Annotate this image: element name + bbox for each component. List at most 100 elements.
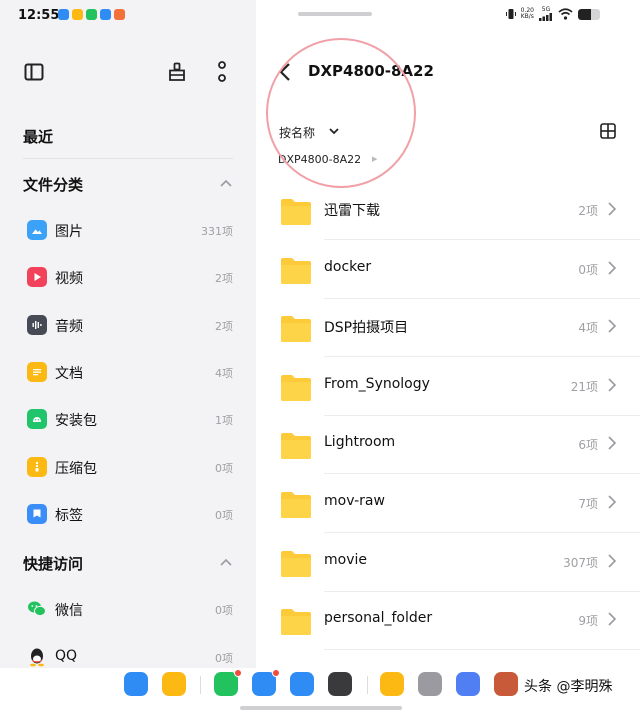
folder-name: Lightroom bbox=[324, 434, 396, 451]
recent-link[interactable]: 最近 bbox=[23, 126, 53, 147]
wechat-icon bbox=[27, 599, 47, 619]
more-options-icon[interactable] bbox=[210, 60, 234, 84]
battery-level bbox=[578, 8, 592, 20]
status-icons: 0.20 KB/s 5G bbox=[505, 7, 600, 21]
quick-access-count: 0项 bbox=[215, 604, 233, 617]
chevron-right-icon bbox=[606, 200, 618, 218]
game-app-icon[interactable] bbox=[494, 672, 518, 696]
category-item[interactable]: 压缩包 0项 bbox=[23, 453, 235, 483]
category-count: 2项 bbox=[215, 272, 233, 286]
watermark-text: 头条 @李明殊 bbox=[524, 679, 613, 695]
folder-row[interactable]: movie 307项 bbox=[256, 534, 640, 592]
qq-icon bbox=[27, 647, 47, 667]
camera-app-icon[interactable] bbox=[328, 672, 352, 696]
categories-heading: 文件分类 bbox=[23, 176, 84, 194]
category-count: 0项 bbox=[215, 461, 233, 475]
folder-icon bbox=[280, 257, 312, 285]
browser-app-icon[interactable] bbox=[290, 672, 314, 696]
category-item[interactable]: 安装包 1项 bbox=[23, 405, 235, 435]
folder-name: personal_folder bbox=[324, 610, 433, 627]
messages-app-icon[interactable] bbox=[252, 669, 280, 696]
chevron-right-icon bbox=[606, 259, 618, 277]
chevron-right-icon bbox=[606, 493, 618, 511]
folder-item-count: 0项 bbox=[578, 262, 598, 277]
divider bbox=[23, 158, 233, 159]
folder-name: movie bbox=[324, 551, 367, 568]
android-icon bbox=[27, 409, 47, 430]
network-speed: 0.20 KB/s bbox=[520, 7, 534, 20]
category-label: 标签 bbox=[55, 507, 83, 524]
dock-separator bbox=[367, 676, 368, 694]
clean-brush-icon[interactable] bbox=[165, 60, 189, 84]
category-count: 331项 bbox=[201, 225, 233, 238]
folder-name: DSP拍摄项目 bbox=[324, 320, 409, 337]
wifi-icon bbox=[558, 8, 573, 20]
image-icon bbox=[27, 220, 47, 240]
taskbar-dock: 头条 @李明殊 bbox=[0, 668, 640, 712]
folder-name: mov-raw bbox=[324, 493, 385, 509]
notification-badge bbox=[234, 669, 242, 677]
audio-icon bbox=[27, 314, 47, 335]
signal-bars-icon bbox=[539, 13, 552, 21]
dock-separator bbox=[200, 676, 201, 694]
category-item[interactable]: 文档 4项 bbox=[23, 358, 235, 388]
folder-name: From_Synology bbox=[324, 375, 430, 392]
category-item[interactable]: 视频 2项 bbox=[23, 263, 235, 293]
quick-access-item[interactable]: 微信 0项 bbox=[23, 595, 235, 625]
home-indicator[interactable] bbox=[240, 706, 402, 710]
file-manager-app-icon[interactable] bbox=[162, 672, 186, 696]
folder-item-count: 307项 bbox=[563, 555, 598, 570]
tag-icon bbox=[27, 503, 47, 524]
folder-row[interactable]: DSP拍摄项目 4项 bbox=[256, 299, 640, 358]
multitask-app-icon[interactable] bbox=[456, 672, 480, 696]
phone-app-icon[interactable] bbox=[214, 669, 242, 696]
notes-app-icon[interactable] bbox=[380, 672, 404, 696]
sidebar: 12:55 最近 文件分类 图片 331项视频 2项音频 2项文档 4项安装包 1项压缩包… bbox=[0, 0, 256, 668]
quick-access-count: 0项 bbox=[215, 651, 233, 665]
notification-badge bbox=[272, 669, 280, 677]
folder-row[interactable]: personal_folder 9项 bbox=[256, 592, 640, 651]
folder-item-count: 6项 bbox=[578, 438, 598, 453]
folder-item-count: 4项 bbox=[578, 321, 598, 336]
chevron-right-icon bbox=[606, 376, 618, 394]
apps-grid-app-icon[interactable] bbox=[124, 672, 148, 696]
document-icon bbox=[27, 361, 47, 382]
category-item[interactable]: 图片 331项 bbox=[23, 216, 235, 246]
quick-access-label: 微信 bbox=[55, 603, 83, 619]
app-notification-icon bbox=[100, 9, 111, 20]
category-item[interactable]: 标签 0项 bbox=[23, 500, 235, 530]
folder-row[interactable]: mov-raw 7项 bbox=[256, 475, 640, 533]
folder-item-count: 9项 bbox=[578, 614, 598, 629]
category-label: 压缩包 bbox=[55, 460, 97, 477]
status-time: 12:55 bbox=[18, 8, 60, 23]
folder-item-count: 7项 bbox=[578, 497, 598, 511]
highlight-circle bbox=[266, 38, 416, 188]
grid-view-icon[interactable] bbox=[599, 122, 617, 140]
chevron-right-icon bbox=[606, 610, 618, 628]
folder-name: docker bbox=[324, 258, 372, 275]
collapse-chevron-icon[interactable] bbox=[218, 176, 234, 192]
vibrate-icon bbox=[505, 9, 516, 19]
folder-row[interactable]: docker 0项 bbox=[256, 241, 640, 299]
folder-icon bbox=[280, 608, 312, 636]
drag-handle[interactable] bbox=[298, 12, 372, 16]
folder-item-count: 2项 bbox=[578, 204, 598, 218]
category-count: 2项 bbox=[215, 319, 233, 333]
category-label: 图片 bbox=[55, 224, 83, 240]
category-item[interactable]: 音频 2项 bbox=[23, 311, 235, 341]
category-label: 音频 bbox=[55, 318, 83, 335]
folder-icon bbox=[280, 550, 312, 578]
folder-icon bbox=[280, 491, 312, 519]
folder-name: 迅雷下载 bbox=[324, 203, 380, 219]
folder-row[interactable]: From_Synology 21项 bbox=[256, 358, 640, 416]
folder-icon bbox=[280, 432, 312, 460]
sidebar-toggle-icon[interactable] bbox=[22, 60, 46, 84]
settings-app-icon[interactable] bbox=[418, 672, 442, 696]
folder-row[interactable]: Lightroom 6项 bbox=[256, 416, 640, 475]
folder-row[interactable]: 迅雷下载 2项 bbox=[256, 182, 640, 240]
divider bbox=[324, 649, 640, 651]
screen: 12:55 最近 文件分类 图片 331项 视频 2项 音频 2项 文档 4项 安装包 1项 压缩包… bbox=[0, 0, 640, 712]
collapse-chevron-icon[interactable] bbox=[218, 555, 234, 571]
chevron-right-icon bbox=[606, 552, 618, 570]
category-label: 文档 bbox=[55, 365, 83, 382]
